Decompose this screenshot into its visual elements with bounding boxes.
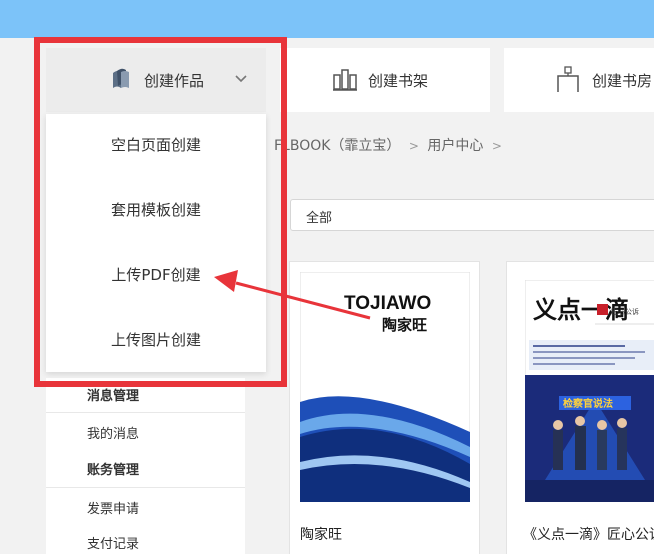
menu-item-upload-pdf[interactable]: 上传PDF创建 xyxy=(46,264,266,285)
divider xyxy=(46,487,245,488)
chevron-down-icon[interactable] xyxy=(234,74,248,84)
brand-logo-cn: 陶家旺 xyxy=(382,316,427,334)
divider xyxy=(46,412,245,413)
work-card[interactable]: 义点一滴 匠心公诉 检察官说法 《义点一滴》匠心公诉 xyxy=(506,261,654,554)
create-work-button[interactable]: 创建作品 xyxy=(46,48,266,112)
sidebar-item-my-messages[interactable]: 我的消息 xyxy=(87,423,139,442)
create-toolbar: 创建作品 创建书架 创建书房 xyxy=(46,48,654,112)
category-filter-select[interactable]: 全部 xyxy=(290,199,654,231)
card-title[interactable]: 《义点一滴》匠心公诉 xyxy=(523,524,654,544)
bookshelf-icon xyxy=(333,69,357,91)
breadcrumb: FLBOOK（霏立宝） > 用户中心 > xyxy=(274,135,506,155)
sidebar-item-payments[interactable]: 支付记录 xyxy=(87,533,139,552)
breadcrumb-separator: > xyxy=(408,139,419,153)
sidebar-item-invoice[interactable]: 发票申请 xyxy=(87,498,139,517)
book-cover[interactable]: 义点一滴 匠心公诉 检察官说法 xyxy=(525,280,654,502)
sidebar-section-accounts: 账务管理 xyxy=(87,463,140,478)
breadcrumb-separator: > xyxy=(491,139,502,153)
book-icon xyxy=(113,68,129,88)
create-room-label: 创建书房 xyxy=(592,71,653,90)
cover-badge: 匠心公诉 xyxy=(611,307,639,316)
create-work-label: 创建作品 xyxy=(144,71,205,90)
work-card[interactable]: TOJIAWO 陶家旺 陶家旺 xyxy=(289,261,480,554)
create-shelf-button[interactable]: 创建书架 xyxy=(280,48,490,112)
cover-banner: 检察官说法 xyxy=(563,397,613,410)
create-room-button[interactable]: 创建书房 xyxy=(504,48,654,112)
sidebar-section-messages: 消息管理 xyxy=(87,389,140,404)
top-bar xyxy=(0,0,654,38)
menu-item-blank-page[interactable]: 空白页面创建 xyxy=(46,134,266,155)
breadcrumb-home[interactable]: FLBOOK（霏立宝） xyxy=(274,138,400,154)
book-cover[interactable]: TOJIAWO 陶家旺 xyxy=(300,272,470,502)
brand-logo-text: TOJIAWO xyxy=(344,293,431,314)
breadcrumb-user-center[interactable]: 用户中心 xyxy=(427,138,483,154)
room-icon xyxy=(557,66,579,92)
create-dropdown-menu: 空白页面创建 套用模板创建 上传PDF创建 上传图片创建 xyxy=(46,114,266,372)
sidebar: 消息管理 我的消息 账务管理 发票申请 支付记录 xyxy=(46,378,245,554)
menu-item-use-template[interactable]: 套用模板创建 xyxy=(46,199,266,220)
card-title[interactable]: 陶家旺 xyxy=(300,524,342,544)
menu-item-upload-images[interactable]: 上传图片创建 xyxy=(46,329,266,350)
category-filter-value: 全部 xyxy=(306,211,333,226)
create-shelf-label: 创建书架 xyxy=(368,71,429,90)
